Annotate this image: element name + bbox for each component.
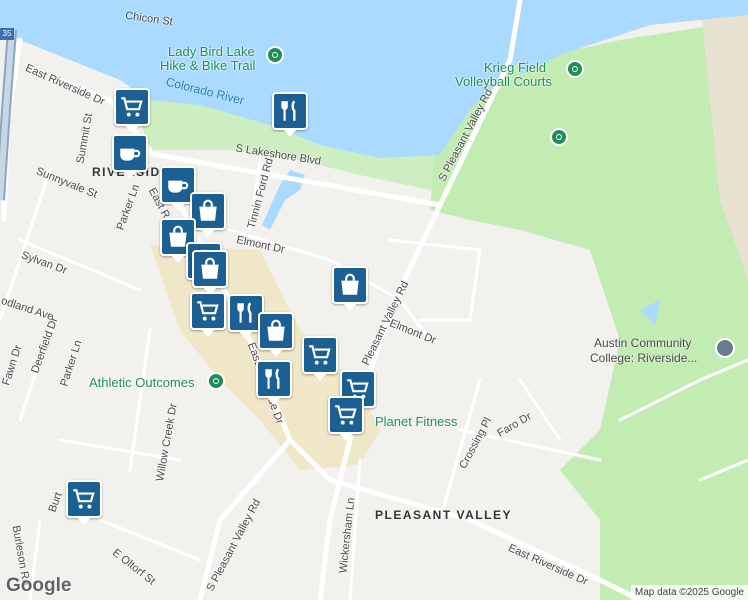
school-icon[interactable]	[715, 338, 735, 358]
restaurant-marker[interactable]	[256, 360, 292, 405]
fork-knife-icon	[261, 366, 287, 392]
map-canvas[interactable]: Chicon St Lady Bird Lake Hike & Bike Tra…	[0, 0, 748, 600]
cup-icon	[117, 140, 143, 166]
park-pin-icon[interactable]	[207, 372, 225, 390]
interstate-shield-icon: 35	[0, 28, 14, 40]
fork-knife-icon	[277, 98, 303, 124]
label-planet-fitness: Planet Fitness	[375, 414, 458, 429]
restaurant-marker[interactable]	[272, 92, 308, 137]
cart-icon	[333, 402, 359, 428]
label-krieg-field: Krieg Field	[484, 60, 547, 75]
fork-knife-icon	[233, 300, 259, 326]
label-athletic-outcomes: Athletic Outcomes	[89, 375, 195, 390]
cup-icon	[165, 172, 191, 198]
cafe-marker[interactable]	[112, 134, 148, 179]
shopping-bag-marker[interactable]	[332, 266, 368, 311]
shopping-bag-marker[interactable]	[192, 250, 228, 295]
cart-icon	[119, 94, 145, 120]
shopping-cart-marker[interactable]	[190, 292, 226, 337]
label-college-riverside: College: Riverside...	[590, 351, 698, 365]
bag-icon	[197, 256, 223, 282]
shopping-cart-marker[interactable]	[302, 336, 338, 381]
label-lady-bird-lake: Lady Bird Lake	[168, 44, 255, 59]
shopping-cart-marker[interactable]	[66, 480, 102, 525]
shopping-bag-marker[interactable]	[258, 312, 294, 357]
label-hike-bike-trail: Hike & Bike Trail	[160, 58, 256, 73]
label-volleyball-courts: Volleyball Courts	[455, 74, 552, 89]
park-pin-icon[interactable]	[566, 60, 584, 78]
map-attribution[interactable]: Map data ©2025 Google	[630, 585, 748, 600]
cart-icon	[71, 486, 97, 512]
google-logo: Google	[6, 575, 72, 596]
cart-icon	[195, 298, 221, 324]
bag-icon	[263, 318, 289, 344]
shopping-cart-marker[interactable]	[328, 396, 364, 441]
label-austin-community: Austin Community	[594, 336, 692, 350]
park-pin-icon[interactable]	[266, 46, 284, 64]
label-pleasant-valley: PLEASANT VALLEY	[375, 508, 512, 522]
shopping-cart-marker[interactable]	[114, 88, 150, 133]
bag-icon	[195, 198, 221, 224]
map-base-layer	[0, 0, 748, 600]
park-pin-icon[interactable]	[550, 128, 568, 146]
bag-icon	[337, 272, 363, 298]
cart-icon	[307, 342, 333, 368]
